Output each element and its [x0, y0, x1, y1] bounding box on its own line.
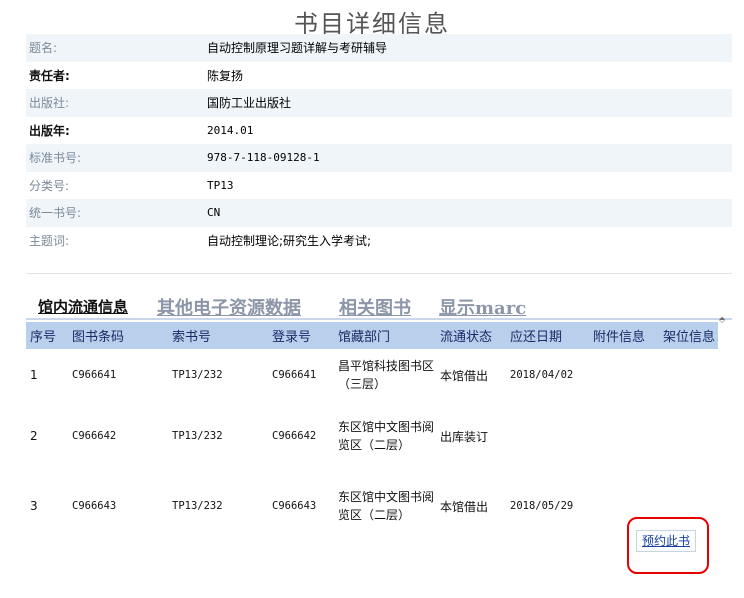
- holding-shelf: [659, 349, 718, 401]
- holding-location: 昌平馆科技图书区（三层）: [338, 359, 435, 391]
- info-label: 标准书号:: [29, 151, 82, 166]
- holding-attachment: [589, 349, 659, 401]
- info-row: 题名: 自动控制原理习题详解与考研辅导: [26, 34, 732, 62]
- holding-status: 本馆借出: [440, 368, 489, 383]
- holding-status: 本馆借出: [440, 499, 489, 514]
- scroll-indicator-icon: ⬘: [719, 315, 726, 324]
- holding-registration-no: C966641: [272, 369, 317, 381]
- holding-status: 出库装订: [440, 429, 489, 444]
- info-value: 陈复扬: [207, 68, 244, 83]
- column-header: 索书号: [168, 322, 268, 349]
- tab-related-books[interactable]: 相关图书: [339, 294, 411, 320]
- holding-due-date: 2018/04/02: [510, 369, 574, 381]
- holding-seq-no: 1: [30, 368, 38, 382]
- holding-due-date: 2018/05/29: [510, 500, 574, 512]
- info-label: 主题词:: [29, 233, 70, 248]
- info-label: 分类号:: [29, 178, 70, 193]
- info-row: 出版年: 2014.01: [26, 116, 732, 144]
- info-row: 标准书号: 978-7-118-09128-1: [26, 144, 732, 172]
- holdings-header-row: 序号 图书条码 索书号 登录号 馆藏部门 流通状态 应还日期 附件信息 架位信息: [26, 322, 718, 349]
- reserve-book-button[interactable]: 预约此书: [636, 530, 696, 552]
- holding-seq-no: 2: [30, 429, 38, 443]
- holding-seq-no: 3: [30, 499, 38, 513]
- tab-underline: [26, 318, 732, 320]
- holding-shelf: [659, 401, 718, 471]
- table-row: 3 C966643 TP13/232 C966643 东区馆中文图书阅览区（二层） 本馆借…: [26, 471, 718, 541]
- column-header: 图书条码: [68, 322, 168, 349]
- info-value: 自动控制理论;研究生入学考试;: [207, 233, 372, 248]
- table-row: 2 C966642 TP13/232 C966642 东区馆中文图书阅览区（二层） 出库装…: [26, 401, 718, 471]
- bibliographic-info-table: 题名: 自动控制原理习题详解与考研辅导责任者: 陈复扬出版社: 国防工业出版社出版年:…: [26, 34, 732, 254]
- info-row: 统一书号: CN: [26, 199, 732, 227]
- tab-show-marc[interactable]: 显示marc: [439, 294, 526, 320]
- tab-electronic-resources[interactable]: 其他电子资源数据: [157, 294, 301, 320]
- info-label: 责任者:: [29, 68, 70, 83]
- info-label: 题名:: [29, 41, 58, 56]
- holding-barcode: C966641: [72, 369, 117, 381]
- holding-barcode: C966642: [72, 430, 117, 442]
- tab-circulation-info[interactable]: 馆内流通信息: [38, 296, 128, 317]
- info-value: 自动控制原理习题详解与考研辅导: [207, 41, 388, 56]
- info-row: 出版社: 国防工业出版社: [26, 89, 732, 117]
- info-value: 国防工业出版社: [207, 96, 292, 111]
- column-header: 流通状态: [436, 322, 506, 349]
- info-row: 分类号: TP13: [26, 171, 732, 199]
- info-label: 出版年:: [29, 123, 70, 138]
- info-tabs: 馆内流通信息 其他电子资源数据 相关图书 显示marc: [26, 294, 732, 320]
- info-value: TP13: [207, 178, 234, 192]
- info-label: 出版社:: [29, 96, 70, 111]
- info-value: 978-7-118-09128-1: [207, 151, 320, 165]
- holdings-table: 序号 图书条码 索书号 登录号 馆藏部门 流通状态 应还日期 附件信息 架位信息…: [26, 322, 718, 541]
- section-divider: [26, 273, 732, 274]
- column-header: 登录号: [268, 322, 334, 349]
- info-row: 主题词: 自动控制理论;研究生入学考试;: [26, 226, 732, 254]
- info-value: 2014.01: [207, 123, 254, 137]
- holding-registration-no: C966642: [272, 430, 317, 442]
- column-header: 应还日期: [506, 322, 589, 349]
- column-header: 架位信息: [659, 322, 718, 349]
- holding-barcode: C966643: [72, 500, 117, 512]
- info-row: 责任者: 陈复扬: [26, 61, 732, 89]
- info-label: 统一书号:: [29, 206, 82, 221]
- holding-location: 东区馆中文图书阅览区（二层）: [338, 420, 435, 452]
- table-row: 1 C966641 TP13/232 C966641 昌平馆科技图书区（三层） 本馆借出 2…: [26, 349, 718, 401]
- column-header: 序号: [26, 322, 68, 349]
- column-header: 附件信息: [589, 322, 659, 349]
- holding-call-number: TP13/232: [172, 430, 223, 442]
- holding-attachment: [589, 401, 659, 471]
- holding-registration-no: C966643: [272, 500, 317, 512]
- holding-due-date: [506, 401, 589, 471]
- info-value: CN: [207, 206, 221, 220]
- holding-location: 东区馆中文图书阅览区（二层）: [338, 490, 435, 522]
- holding-call-number: TP13/232: [172, 500, 223, 512]
- holding-call-number: TP13/232: [172, 369, 223, 381]
- column-header: 馆藏部门: [334, 322, 436, 349]
